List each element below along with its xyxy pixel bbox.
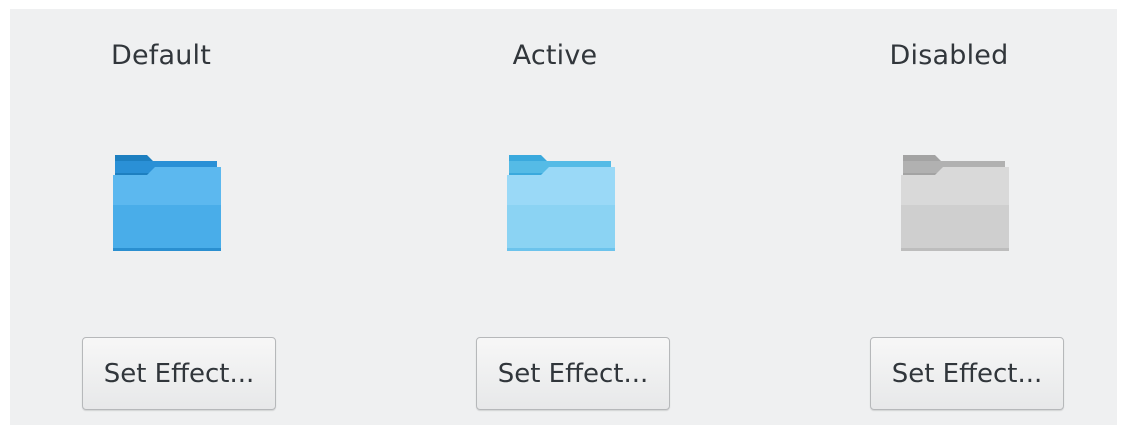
column-default: Default Set Effect...	[11, 9, 311, 425]
state-label-disabled: Disabled	[889, 40, 1009, 71]
set-effect-button-default[interactable]: Set Effect...	[82, 337, 276, 410]
set-effect-button-disabled[interactable]: Set Effect...	[870, 337, 1064, 410]
folder-icon	[113, 155, 221, 251]
state-label-default: Default	[110, 40, 212, 71]
column-disabled: Disabled Set Effect...	[799, 9, 1099, 425]
column-active: Active Set Effect...	[405, 9, 705, 425]
set-effect-button-active[interactable]: Set Effect...	[476, 337, 670, 410]
state-label-active: Active	[512, 40, 598, 71]
folder-icon	[901, 155, 1009, 251]
folder-icon	[507, 155, 615, 251]
icon-effects-panel: Default Set Effect... Active Set Effect.…	[10, 9, 1117, 425]
